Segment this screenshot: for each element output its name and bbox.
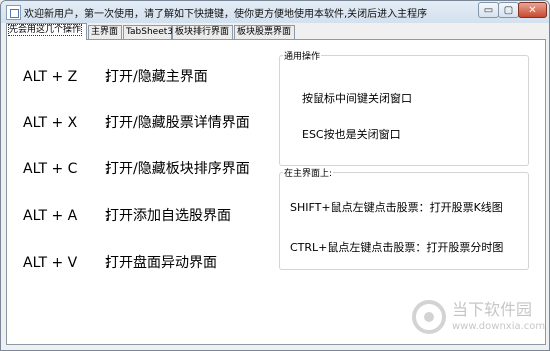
group-item: ESC按也是关闭窗口 (302, 128, 401, 141)
shortcut-row: ALT + C：打开/隐藏板块排序界面 (23, 158, 250, 178)
group-item: CTRL+鼠点左键点击股票：打开股票分时图 (290, 241, 504, 254)
tab-shortcuts[interactable]: 先会用这几个操作 (6, 23, 87, 40)
tab-sector-rank[interactable]: 板块排行界面 (172, 25, 233, 39)
minimize-button[interactable]: ▭ (478, 2, 499, 18)
shortcut-key: ALT + A (23, 208, 78, 224)
shortcut-key: ALT + V (23, 255, 78, 271)
shortcut-help-window: 欢迎新用户，第一次使用，请了解如下快捷键，使你更方便地使用本软件,关闭后进入主程… (0, 0, 550, 351)
watermark-logo-icon (412, 300, 446, 334)
general-ops-group: 通用操作 按鼠标中间键关闭窗口 ESC按也是关闭窗口 (279, 49, 529, 166)
close-button[interactable]: ✕ (518, 2, 547, 18)
shortcut-desc: 打开添加自选股界面 (105, 208, 231, 224)
shortcut-key: ALT + Z (23, 69, 78, 85)
group-item: SHIFT+鼠点左键点击股票：打开股票K线图 (290, 201, 503, 214)
shortcut-row: ALT + V：打开盘面异动界面 (23, 252, 217, 272)
group-item: 按鼠标中间键关闭窗口 (302, 92, 412, 105)
shortcut-desc: 打开/隐藏板块排序界面 (105, 161, 250, 177)
watermark-url: www.downxia.com (452, 321, 546, 332)
maximize-button[interactable]: ▢ (498, 2, 519, 18)
watermark-name: 当下软件园 (452, 300, 533, 319)
main-screen-group: 在主界面上: SHIFT+鼠点左键点击股票：打开股票K线图 CTRL+鼠点左键点… (279, 166, 529, 270)
tab-main[interactable]: 主界面 (88, 25, 122, 39)
shortcut-row: ALT + Z：打开/隐藏主界面 (23, 66, 208, 86)
watermark: 当下软件园 www.downxia.com (412, 294, 546, 340)
shortcut-row: ALT + A：打开添加自选股界面 (23, 205, 231, 225)
tab-tabsheet3[interactable]: TabSheet3 (123, 25, 173, 39)
group-title: 在主界面上: (284, 169, 333, 179)
window-title: 欢迎新用户，第一次使用，请了解如下快捷键，使你更方便地使用本软件,关闭后进入主程… (24, 9, 428, 20)
shortcut-desc: 打开/隐藏主界面 (105, 69, 208, 85)
shortcut-key: ALT + X (23, 115, 78, 131)
tab-sector-stocks[interactable]: 板块股票界面 (234, 25, 295, 39)
app-icon (6, 5, 21, 20)
group-title: 通用操作 (284, 52, 321, 62)
shortcut-desc: 打开盘面异动界面 (105, 255, 217, 271)
shortcut-row: ALT + X：打开/隐藏股票详情界面 (23, 112, 250, 132)
title-bar[interactable]: 欢迎新用户，第一次使用，请了解如下快捷键，使你更方便地使用本软件,关闭后进入主程… (1, 1, 549, 23)
shortcut-desc: 打开/隐藏股票详情界面 (105, 115, 250, 131)
shortcut-key: ALT + C (23, 161, 78, 177)
